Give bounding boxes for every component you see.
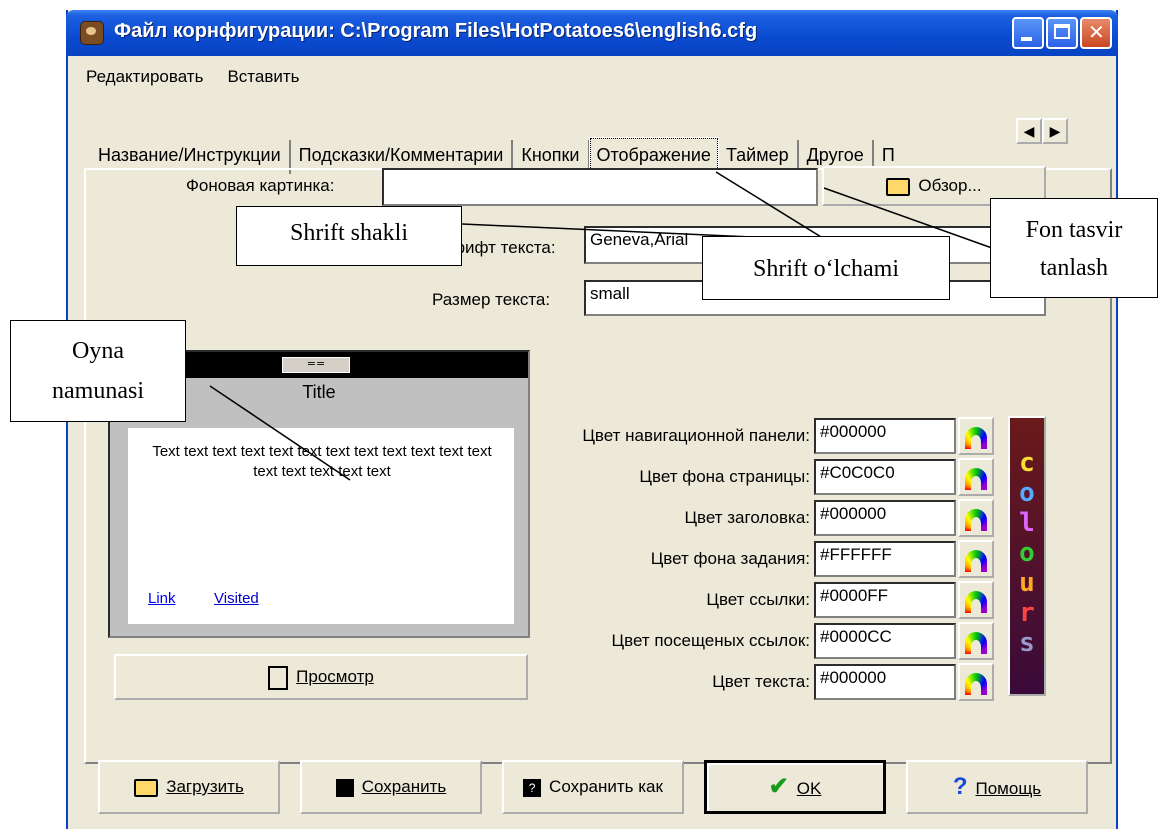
annotation-window-sample: Oyna namunasi: [10, 320, 186, 422]
annotation-window-sample-line2: namunasi: [52, 378, 144, 404]
annotation-font-shape: Shrift shakli: [236, 206, 462, 266]
annotation-font-size: Shrift o‘lchami: [702, 236, 950, 300]
annotation-bg-select-line2: tanlash: [1040, 255, 1108, 281]
annotation-window-sample-line1: Oyna: [72, 338, 124, 364]
annotation-bg-select: Fon tasvir tanlash: [990, 198, 1158, 298]
annotation-line-window-sample: [209, 385, 351, 481]
annotation-line-font-size: [715, 171, 827, 241]
annotation-bg-select-line1: Fon tasvir: [1025, 217, 1123, 243]
